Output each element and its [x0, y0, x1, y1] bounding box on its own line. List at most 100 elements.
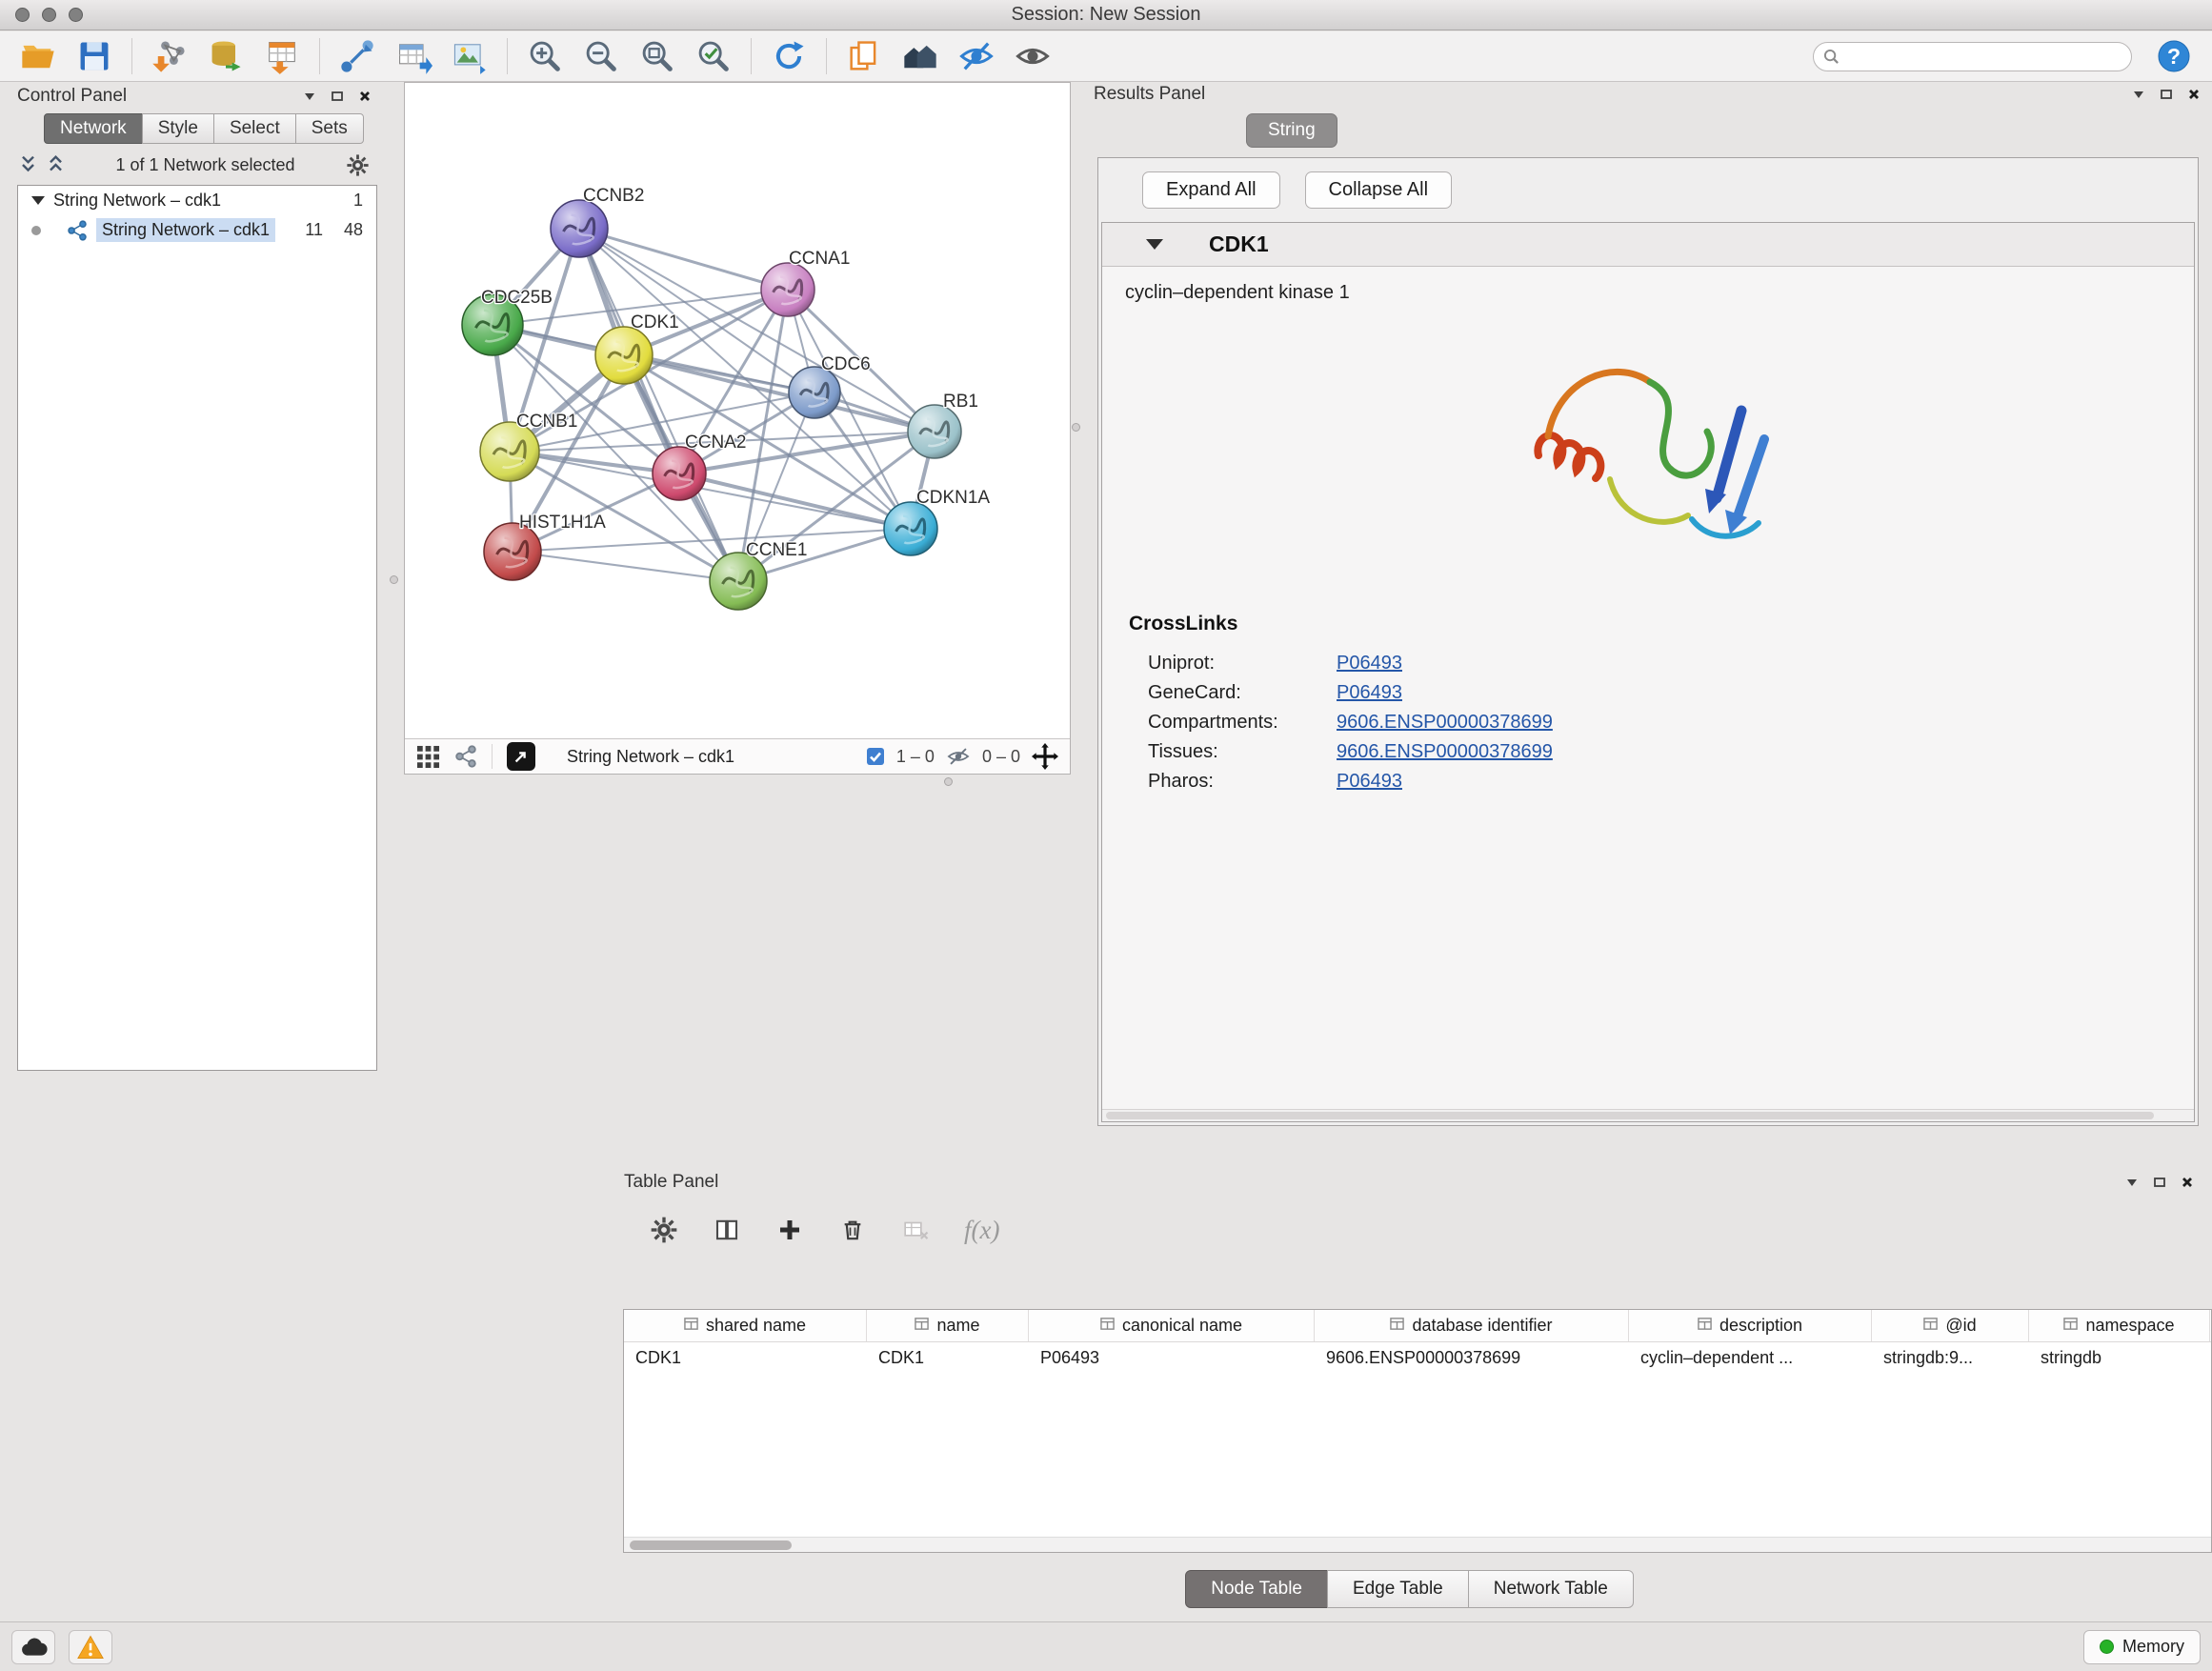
new-network-icon[interactable] [338, 37, 376, 75]
help-icon[interactable]: ? [2155, 37, 2193, 75]
import-network-database-icon[interactable] [207, 37, 245, 75]
collapse-all-button[interactable]: Collapse All [1305, 171, 1453, 209]
table-tab-node-table[interactable]: Node Table [1185, 1570, 1328, 1608]
close-panel-icon[interactable] [2181, 1176, 2194, 1189]
cloud-button[interactable] [11, 1630, 55, 1664]
show-all-icon[interactable] [1014, 37, 1052, 75]
table-row[interactable]: CDK1CDK1P064939606.ENSP00000378699cyclin… [624, 1342, 2211, 1375]
network-node-CCNB2[interactable] [551, 200, 608, 257]
network-edge-CCNB2-CCNA1[interactable] [579, 229, 788, 290]
network-node-CCNA2[interactable] [653, 447, 706, 500]
pan-crosshair-icon[interactable] [1032, 743, 1058, 770]
float-panel-icon[interactable] [2153, 1177, 2166, 1188]
table-cell[interactable]: cyclin–dependent ... [1629, 1342, 1872, 1375]
collapse-panel-icon[interactable] [2132, 90, 2145, 99]
table-settings-gear-icon[interactable] [650, 1216, 678, 1244]
crosslink-value[interactable]: P06493 [1337, 771, 1402, 793]
expand-all-icon[interactable] [47, 153, 65, 176]
collection-disclosure-icon[interactable] [31, 196, 45, 205]
crosslink-value[interactable]: 9606.ENSP00000378699 [1337, 741, 1553, 763]
zoom-selected-icon[interactable] [694, 37, 733, 75]
table-horizontal-scrollbar[interactable] [624, 1537, 2211, 1552]
table-tab-edge-table[interactable]: Edge Table [1327, 1570, 1469, 1608]
import-network-file-icon[interactable] [151, 37, 189, 75]
column-header-namespace[interactable]: namespace [2029, 1310, 2210, 1341]
table-cell[interactable]: stringdb:9... [1872, 1342, 2029, 1375]
zoom-in-icon[interactable] [526, 37, 564, 75]
zoom-fit-icon[interactable] [638, 37, 676, 75]
scrollbar-thumb[interactable] [630, 1540, 792, 1550]
hidden-eye-icon[interactable] [946, 746, 971, 767]
open-in-window-button[interactable] [507, 742, 535, 771]
import-table-file-icon[interactable] [263, 37, 301, 75]
network-edge-CCNE1-HIST1H1A[interactable] [513, 552, 738, 581]
network-node-CDKN1A[interactable] [884, 502, 937, 555]
float-panel-icon[interactable] [331, 91, 344, 102]
table-tab-network-table[interactable]: Network Table [1468, 1570, 1634, 1608]
network-canvas-svg[interactable]: CCNB2CCNA1CDC25BCDK1CDC6RB1CCNB1CCNA2CDK… [405, 83, 1070, 738]
splitter-handle[interactable] [944, 777, 953, 786]
column-header-database-identifier[interactable]: database identifier [1315, 1310, 1629, 1341]
scrollbar-thumb[interactable] [1106, 1112, 2154, 1119]
close-panel-icon[interactable] [358, 90, 372, 103]
network-node-CCNE1[interactable] [710, 553, 767, 610]
network-collection-row[interactable]: String Network – cdk1 1 [18, 186, 376, 215]
copy-document-icon[interactable] [845, 37, 883, 75]
network-node-CCNA1[interactable] [761, 263, 814, 316]
network-label[interactable]: String Network – cdk1 [96, 218, 275, 242]
crosslink-value[interactable]: 9606.ENSP00000378699 [1337, 712, 1553, 734]
tab-network[interactable]: Network [44, 113, 143, 144]
collapse-panel-icon[interactable] [2125, 1178, 2139, 1187]
hide-selected-icon[interactable] [957, 37, 995, 75]
network-node-CDK1[interactable] [595, 327, 653, 384]
collapse-panel-icon[interactable] [303, 91, 316, 101]
collapse-all-icon[interactable] [19, 153, 37, 176]
column-header--id[interactable]: @id [1872, 1310, 2029, 1341]
crosslink-value[interactable]: P06493 [1337, 653, 1402, 674]
column-header-canonical-name[interactable]: canonical name [1029, 1310, 1315, 1341]
memory-button[interactable]: Memory [2083, 1630, 2201, 1664]
table-cell[interactable]: CDK1 [624, 1342, 867, 1375]
minimize-window-button[interactable] [42, 8, 56, 22]
network-node-CDC6[interactable] [789, 367, 840, 418]
close-window-button[interactable] [15, 8, 30, 22]
zoom-out-icon[interactable] [582, 37, 620, 75]
add-column-icon[interactable] [775, 1216, 804, 1244]
column-header-description[interactable]: description [1629, 1310, 1872, 1341]
splitter-handle[interactable] [390, 575, 398, 584]
birdseye-grid-icon[interactable] [416, 745, 440, 769]
crosslink-value[interactable]: P06493 [1337, 682, 1402, 704]
tab-string[interactable]: String [1246, 113, 1337, 148]
export-image-icon[interactable] [451, 37, 489, 75]
table-cell[interactable]: 9606.ENSP00000378699 [1315, 1342, 1629, 1375]
splitter-handle[interactable] [1072, 423, 1080, 432]
network-row[interactable]: String Network – cdk1 11 48 [18, 215, 376, 245]
gene-section-header[interactable]: CDK1 [1102, 223, 2194, 267]
warnings-button[interactable] [69, 1630, 112, 1664]
table-cell[interactable]: CDK1 [867, 1342, 1029, 1375]
refresh-layout-icon[interactable] [770, 37, 808, 75]
network-options-gear-icon[interactable] [346, 153, 370, 177]
close-panel-icon[interactable] [2187, 88, 2201, 101]
open-session-icon[interactable] [19, 37, 57, 75]
results-horizontal-scrollbar[interactable] [1102, 1109, 2194, 1121]
network-canvas[interactable]: CCNB2CCNA1CDC25BCDK1CDC6RB1CCNB1CCNA2CDK… [405, 83, 1070, 738]
new-table-icon[interactable] [394, 37, 432, 75]
table-cell[interactable]: stringdb [2029, 1342, 2210, 1375]
show-columns-icon[interactable] [713, 1216, 741, 1244]
tab-select[interactable]: Select [213, 113, 296, 144]
selected-checkbox-icon[interactable] [866, 747, 885, 766]
network-node-RB1[interactable] [908, 405, 961, 458]
section-disclosure-icon[interactable] [1146, 239, 1163, 250]
column-header-shared-name[interactable]: shared name [624, 1310, 867, 1341]
tab-sets[interactable]: Sets [295, 113, 364, 144]
table-cell[interactable]: P06493 [1029, 1342, 1315, 1375]
delete-column-icon[interactable] [838, 1216, 867, 1244]
string-home-icon[interactable] [901, 37, 939, 75]
function-builder-fx-icon[interactable]: f(x) [964, 1216, 999, 1245]
save-session-icon[interactable] [75, 37, 113, 75]
tab-style[interactable]: Style [142, 113, 214, 144]
column-header-name[interactable]: name [867, 1310, 1029, 1341]
share-network-icon[interactable] [454, 745, 477, 768]
zoom-window-button[interactable] [69, 8, 83, 22]
